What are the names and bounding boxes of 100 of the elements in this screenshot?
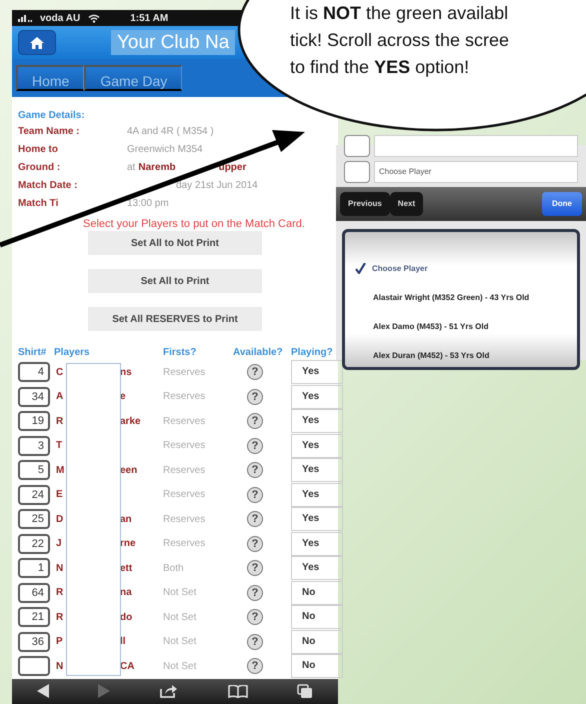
detail-value: 13:00 pm [127,197,169,212]
share-icon[interactable] [160,684,178,698]
player-name[interactable]: an [120,512,132,527]
home-button[interactable] [18,30,56,56]
shirt-number-field[interactable]: 22 [18,534,50,554]
shirt-number-field[interactable]: 24 [18,484,50,505]
detail-label: Ground : [18,161,62,176]
playing-select[interactable]: Yes [291,458,343,482]
availability-icon[interactable]: ? [247,634,263,650]
playing-select[interactable]: Yes [291,360,343,384]
shirt-number-field[interactable]: 34 [18,386,50,407]
firsts-value: Not Set [163,586,198,600]
player-select-field[interactable]: Choose Player [374,161,578,183]
checkbox[interactable] [344,135,370,157]
shirt-number-field[interactable]: 1 [18,558,50,578]
column-header: Available? [233,346,284,360]
player-name[interactable]: A [56,389,64,404]
picker-option[interactable]: Alex Duran (M452) - 53 Yrs Old [373,350,490,362]
signal-icon [18,14,32,22]
detail-value: Greenwich M354 [127,143,203,158]
playing-select[interactable]: Yes [291,384,343,409]
bookmarks-icon[interactable] [228,684,248,698]
playing-select[interactable]: No [291,630,343,654]
availability-icon[interactable]: ? [247,364,263,380]
detail-value: Naremb [138,161,176,176]
player-name[interactable]: arke [120,414,141,429]
player-name[interactable]: M [56,462,64,478]
player-name[interactable]: T [56,438,62,454]
detail-value: at [127,161,136,176]
firsts-value: Reserves [163,390,206,404]
playing-select[interactable]: Yes [291,532,343,556]
shirt-number-field[interactable]: 64 [18,582,50,603]
picker-wheel[interactable]: Choose Player Alastair Wright (M352 Green) - 43 Yrs Old Alex Damo (M453) - 51 Yrs Old Alex Duran (M452) - 53 Yrs Old [342,229,580,370]
availability-icon[interactable]: ? [247,609,263,626]
player-name[interactable]: R [56,610,64,625]
player-name[interactable]: ett [120,560,132,576]
player-name[interactable]: D [56,512,64,527]
print-button[interactable]: Set All to Print [88,269,262,294]
print-button[interactable]: Set All RESERVES to Print [88,307,262,332]
picker-option[interactable]: Choose Player [372,262,428,274]
playing-select[interactable]: No [291,605,343,630]
player-name[interactable]: N [56,560,64,576]
checkbox[interactable] [344,161,370,183]
firsts-value: Not Set [163,635,198,650]
playing-select[interactable]: No [291,654,343,678]
next-button[interactable]: Next [390,192,424,216]
playing-select[interactable]: Yes [291,482,343,507]
shirt-number-field[interactable] [18,656,50,676]
firsts-value: Reserves [163,366,206,380]
detail-value: day 21st Jun 2014 [176,179,258,194]
picker-option[interactable]: Alex Damo (M453) - 51 Yrs Old [373,320,488,332]
callout-text: to find the YES option! [290,56,470,79]
callout-text: tick! Scroll across the scree [290,29,510,52]
player-name[interactable]: CA [120,658,134,674]
availability-icon[interactable]: ? [247,658,263,674]
availability-icon[interactable]: ? [247,536,263,552]
availability-icon[interactable]: ? [247,584,263,601]
player-name[interactable]: E [56,487,63,502]
availability-icon[interactable]: ? [247,388,263,405]
player-name[interactable]: J [56,536,62,552]
playing-select[interactable]: Yes [291,409,343,434]
column-header: Players [54,346,91,360]
previous-button[interactable]: Previous [340,192,390,216]
carrier-name: voda AU [40,12,80,26]
picker-option[interactable]: Alastair Wright (M352 Green) - 43 Yrs Old [373,292,530,304]
playing-select[interactable]: Yes [291,507,343,532]
playing-select[interactable]: Yes [291,434,343,458]
firsts-value: Reserves [163,537,206,552]
done-button[interactable]: Done [542,192,582,216]
player-name[interactable]: do [120,610,132,625]
firsts-value: Reserves [163,488,206,502]
player-name[interactable]: P [56,634,63,650]
tabs-icon[interactable] [297,684,314,699]
shirt-number-field[interactable]: 36 [18,632,50,652]
playing-select[interactable]: No [291,580,343,605]
playing-select[interactable]: Yes [291,556,343,580]
shirt-number-field[interactable]: 3 [18,436,50,456]
availability-icon[interactable]: ? [247,438,263,454]
player-name[interactable]: R [56,585,64,600]
firsts-value: Not Set [163,610,198,625]
shirt-number-field[interactable]: 4 [18,362,50,382]
player-name[interactable]: C [56,364,64,380]
firsts-value: Reserves [163,439,206,454]
availability-icon[interactable]: ? [247,462,263,478]
player-name[interactable]: N [56,658,64,674]
shirt-number-field[interactable]: 25 [18,509,50,530]
shirt-number-field[interactable]: 19 [18,411,50,432]
player-name[interactable]: een [120,462,138,478]
availability-icon[interactable]: ? [247,486,263,503]
availability-icon[interactable]: ? [247,560,263,576]
availability-icon[interactable]: ? [247,413,263,430]
shirt-number-field[interactable]: 21 [18,607,50,628]
home-icon [30,36,44,49]
availability-icon[interactable]: ? [247,511,263,528]
back-icon[interactable] [36,684,49,698]
player-name[interactable]: R [56,414,64,429]
shirt-number-field[interactable]: 5 [18,460,50,480]
player-select-field[interactable] [374,135,578,157]
print-button[interactable]: Set All to Not Print [88,231,262,256]
firsts-value: Reserves [163,512,206,527]
